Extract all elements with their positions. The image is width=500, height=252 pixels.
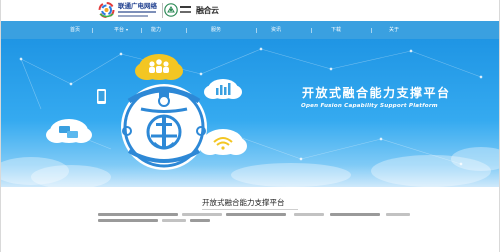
brand-bar: 联通广电网络 融合云 bbox=[1, 0, 499, 21]
paragraph-line bbox=[190, 219, 210, 222]
chevron-down-icon: ▾ bbox=[126, 27, 129, 32]
chart-cloud-icon bbox=[204, 79, 242, 99]
seal-logo-icon bbox=[121, 84, 207, 170]
hero-banner: 开放式融合能力支撑平台 Open Fusion Capability Suppo… bbox=[1, 39, 499, 187]
nav-item-home[interactable]: 首页 bbox=[70, 27, 80, 33]
paragraph-line bbox=[226, 213, 286, 216]
nav-item-download[interactable]: 下载 bbox=[331, 27, 341, 33]
lab-logo[interactable] bbox=[164, 2, 192, 18]
lab-logo-text-line bbox=[180, 6, 191, 8]
people-cloud-icon bbox=[135, 54, 183, 80]
page: 联通广电网络 融合云 首页 平台 ▾ 能力 服务 资讯 下载 关于 开放式融合能… bbox=[0, 0, 500, 252]
paragraph-line bbox=[330, 213, 380, 216]
guangdian-logo-tagline bbox=[118, 11, 156, 13]
nav-separator bbox=[256, 28, 257, 33]
phone-icon bbox=[97, 89, 106, 104]
guangdian-logo-icon bbox=[98, 2, 115, 18]
hero-title: 开放式融合能力支撑平台 bbox=[302, 86, 451, 100]
nav-separator bbox=[371, 28, 372, 33]
paragraph-line bbox=[182, 213, 222, 216]
yunshe-logo[interactable]: 融合云 bbox=[196, 3, 232, 18]
logo-divider bbox=[162, 3, 163, 18]
guangdian-logo[interactable]: 联通广电网络 bbox=[98, 1, 160, 19]
hero-subtitle: Open Fusion Capability Support Platform bbox=[301, 103, 438, 109]
nav-separator bbox=[141, 28, 142, 33]
nav-separator bbox=[311, 28, 312, 33]
nav-item-capability[interactable]: 能力 bbox=[151, 27, 161, 33]
paragraph-line bbox=[386, 213, 410, 216]
lab-logo-text-line bbox=[180, 11, 191, 13]
nav-item-service[interactable]: 服务 bbox=[211, 27, 221, 33]
paragraph-line bbox=[98, 213, 178, 216]
nav-separator bbox=[92, 28, 93, 33]
nav-item-news[interactable]: 资讯 bbox=[271, 27, 281, 33]
nav-item-about[interactable]: 关于 bbox=[389, 27, 399, 33]
guangdian-logo-tagline-2 bbox=[118, 15, 148, 17]
lab-logo-icon bbox=[164, 3, 178, 17]
hero-illustration bbox=[1, 47, 499, 187]
main-nav: 首页 平台 ▾ 能力 服务 资讯 下载 关于 bbox=[1, 21, 499, 39]
paragraph-line bbox=[98, 219, 158, 222]
section-divider bbox=[202, 209, 298, 210]
yunshe-logo-text: 融合云 bbox=[196, 6, 219, 15]
nav-item-platform[interactable]: 平台 ▾ bbox=[114, 27, 128, 33]
nav-separator bbox=[186, 28, 187, 33]
paragraph-line bbox=[294, 213, 324, 216]
intro-section: 开放式融合能力支撑平台 bbox=[1, 187, 499, 252]
section-title: 开放式融合能力支撑平台 bbox=[202, 198, 285, 207]
chat-cloud-icon bbox=[46, 119, 92, 143]
guangdian-logo-name: 联通广电网络 bbox=[118, 2, 157, 10]
paragraph-line bbox=[162, 219, 186, 222]
